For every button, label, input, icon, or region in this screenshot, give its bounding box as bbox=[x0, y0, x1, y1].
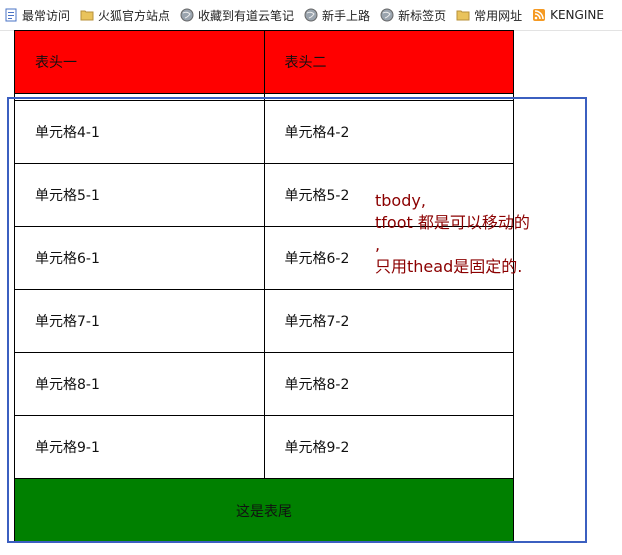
table-body: 单元格4-1 单元格4-2 单元格5-1 单元格5-2 单元格6-1 单元格6-… bbox=[14, 93, 514, 479]
rss-icon bbox=[532, 8, 546, 22]
table-cell: 单元格5-1 bbox=[14, 163, 265, 227]
globe-icon bbox=[180, 8, 194, 22]
bookmark-kengine[interactable]: KENGINE bbox=[528, 4, 610, 26]
header-cell-2: 表头二 bbox=[263, 30, 514, 94]
table-cell: 单元格8-1 bbox=[14, 352, 265, 416]
table-cell: 单元格4-1 bbox=[14, 100, 265, 164]
table-cell: 单元格6-1 bbox=[14, 226, 265, 290]
bookmark-label: KENGINE bbox=[550, 8, 604, 22]
note-line-3: , bbox=[375, 235, 381, 254]
folder-icon bbox=[456, 8, 470, 22]
footer-row: 这是表尾 bbox=[14, 478, 514, 543]
globe-icon bbox=[380, 8, 394, 22]
table-row-partial bbox=[14, 93, 514, 101]
table-cell: 单元格9-1 bbox=[14, 415, 265, 479]
table-row: 单元格8-1 单元格8-2 bbox=[14, 352, 514, 416]
table-head: 表头一 表头二 bbox=[14, 30, 514, 94]
bookmark-new-tab[interactable]: 新标签页 bbox=[376, 4, 452, 26]
demo-table-container: 表头一 表头二 单元格4-1 单元格4-2 单元格5-1 单元格5-2 单元格6… bbox=[14, 30, 514, 543]
bookmark-getting-started[interactable]: 新手上路 bbox=[300, 4, 376, 26]
table-row: 单元格4-1 单元格4-2 bbox=[14, 100, 514, 164]
bookmark-firefox-site[interactable]: 火狐官方站点 bbox=[76, 4, 176, 26]
page-icon bbox=[4, 8, 18, 22]
demo-table: 表头一 表头二 单元格4-1 单元格4-2 单元格5-1 单元格5-2 单元格6… bbox=[14, 30, 514, 543]
table-foot: 这是表尾 bbox=[14, 478, 514, 543]
bookmark-label: 新标签页 bbox=[398, 8, 447, 23]
table-cell: 单元格9-2 bbox=[263, 415, 514, 479]
note-line-4: 只用thead是固定的. bbox=[375, 257, 523, 276]
header-cell-1: 表头一 bbox=[14, 30, 265, 94]
bookmark-most-visited[interactable]: 最常访问 bbox=[0, 4, 76, 26]
bookmark-label: 常用网址 bbox=[474, 8, 523, 23]
bookmark-label: 火狐官方站点 bbox=[98, 8, 171, 23]
bookmark-common-sites[interactable]: 常用网址 bbox=[452, 4, 528, 26]
table-cell bbox=[263, 93, 514, 101]
table-cell bbox=[14, 93, 265, 101]
table-cell: 单元格8-2 bbox=[263, 352, 514, 416]
table-cell: 单元格4-2 bbox=[263, 100, 514, 164]
bookmarks-toolbar: 最常访问 火狐官方站点 收藏到有道云笔记 新手上路 新标签页 常用网址 KENG… bbox=[0, 0, 622, 31]
footer-cell: 这是表尾 bbox=[14, 478, 514, 543]
globe-icon bbox=[304, 8, 318, 22]
note-line-1: tbody, bbox=[375, 191, 426, 210]
table-row: 单元格9-1 单元格9-2 bbox=[14, 415, 514, 479]
folder-icon bbox=[80, 8, 94, 22]
bookmark-youdao-note[interactable]: 收藏到有道云笔记 bbox=[176, 4, 300, 26]
bookmark-label: 新手上路 bbox=[322, 8, 371, 23]
table-cell: 单元格7-1 bbox=[14, 289, 265, 353]
bookmark-label: 最常访问 bbox=[22, 8, 71, 23]
note-line-2: tfoot 都是可以移动的 bbox=[375, 213, 530, 232]
table-cell: 单元格7-2 bbox=[263, 289, 514, 353]
bookmark-label: 收藏到有道云笔记 bbox=[198, 8, 295, 23]
table-row: 单元格7-1 单元格7-2 bbox=[14, 289, 514, 353]
annotation-note: tbody, tfoot 都是可以移动的 , 只用thead是固定的. bbox=[375, 190, 565, 278]
header-row: 表头一 表头二 bbox=[14, 30, 514, 94]
